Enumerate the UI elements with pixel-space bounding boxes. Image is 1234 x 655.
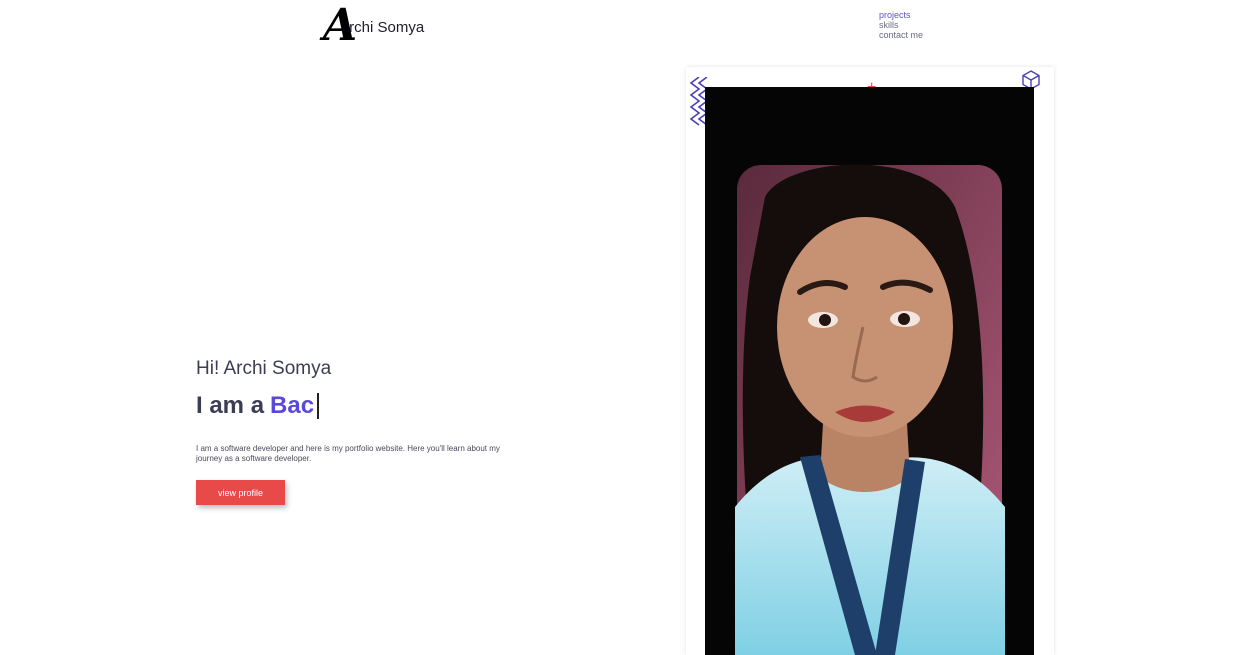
hero-typed-heading: I am a Bac	[196, 392, 320, 420]
site-logo[interactable]: A rchi Somya	[323, 4, 425, 48]
typed-prefix: I am a	[196, 392, 265, 419]
nav-link-skills[interactable]: skills	[879, 20, 923, 30]
profile-photo	[705, 87, 1034, 655]
hero-greeting: Hi! Archi Somya	[196, 358, 332, 379]
hero-description: I am a software developer and here is my…	[196, 444, 500, 463]
nav-link-projects[interactable]: projects	[879, 10, 923, 20]
top-nav: projects skills contact me	[879, 10, 923, 40]
view-profile-button[interactable]: view profile	[196, 480, 285, 505]
portrait-illustration	[735, 164, 1005, 655]
nav-link-contact[interactable]: contact me	[879, 30, 923, 40]
logo-name: rchi Somya	[349, 19, 425, 36]
typing-cursor	[317, 393, 320, 419]
typed-role: Bac	[270, 392, 315, 419]
portfolio-page: A rchi Somya projects skills contact me …	[0, 0, 1234, 655]
